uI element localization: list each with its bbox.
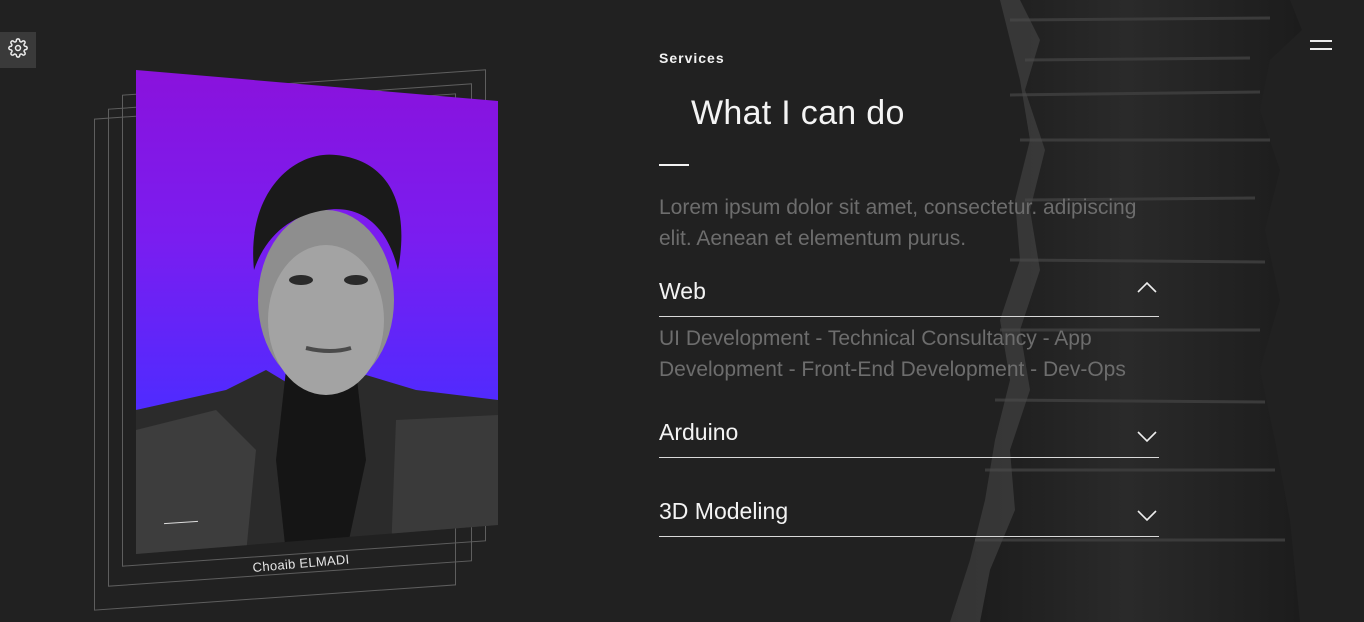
accordion-web[interactable]: Web <box>659 276 1159 317</box>
accordion-title: Arduino <box>659 419 739 445</box>
chevron-down-icon <box>1137 508 1157 527</box>
section-title: What I can do <box>691 94 905 132</box>
profile-photo <box>136 70 498 554</box>
chevron-up-icon <box>1137 280 1157 299</box>
title-rule <box>659 164 689 166</box>
portrait-card: Choaib ELMADI <box>90 66 510 611</box>
accordion-title: Web <box>659 278 706 304</box>
accordion-3d-modeling[interactable]: 3D Modeling <box>659 496 1159 537</box>
accordion-arduino[interactable]: Arduino <box>659 417 1159 458</box>
accordion-web-body: UI Development - Technical Consultancy -… <box>659 327 1126 381</box>
settings-button[interactable] <box>0 32 36 68</box>
chevron-down-icon <box>1137 429 1157 448</box>
gear-icon <box>8 37 28 63</box>
section-intro: Lorem ipsum dolor sit amet, consectetur.… <box>659 196 1137 250</box>
accordion-title: 3D Modeling <box>659 498 789 524</box>
section-eyebrow: Services <box>659 50 725 66</box>
hamburger-icon-line-top <box>1310 40 1332 42</box>
hamburger-icon-line-bottom <box>1310 48 1332 50</box>
menu-button[interactable] <box>1308 38 1334 54</box>
